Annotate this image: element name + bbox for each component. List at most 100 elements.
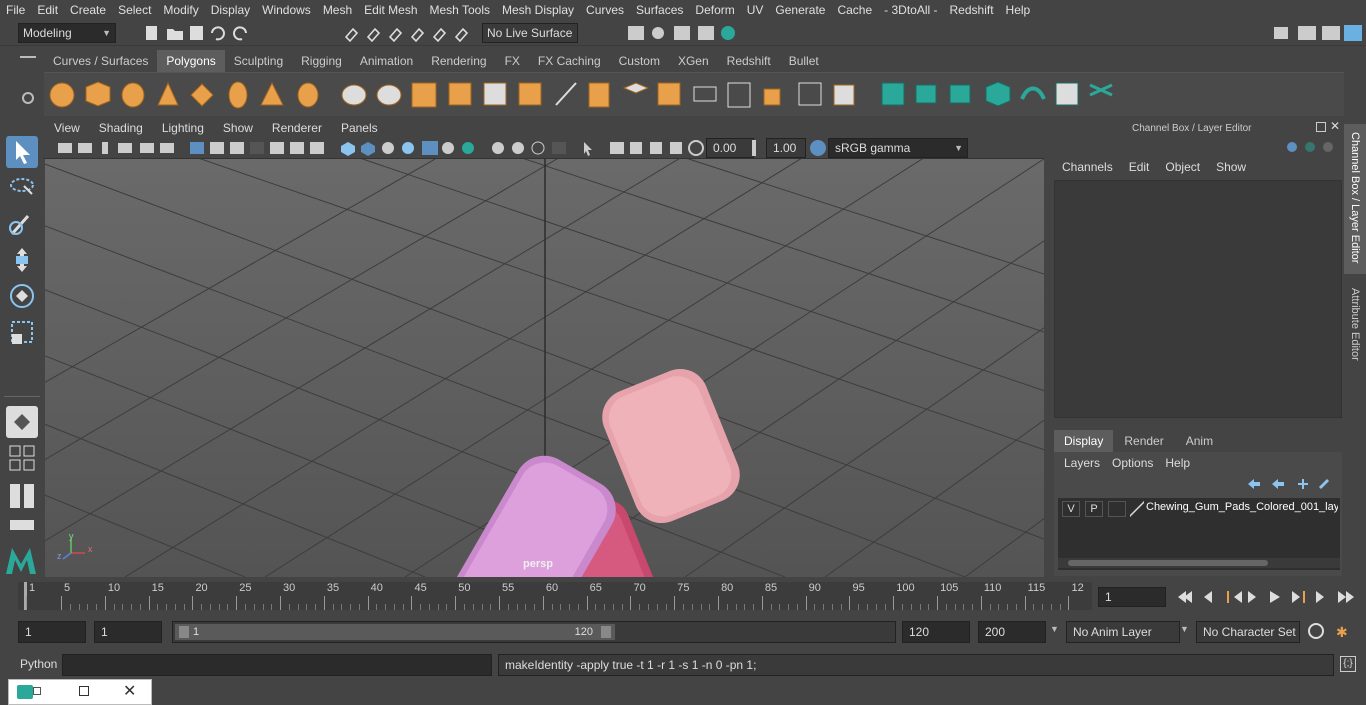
anti-aliasing-icon[interactable] [531,141,545,155]
lasso-tool-icon[interactable] [6,172,38,204]
edit-menu[interactable]: Edit [1121,160,1158,174]
uv-cut-sew-icon[interactable] [1089,83,1113,97]
side-tab-attribute-editor[interactable]: Attribute Editor [1344,280,1366,380]
snap-grid-icon[interactable] [344,27,359,43]
menu-create[interactable]: Create [64,0,112,20]
scale-tool-icon[interactable] [6,316,38,348]
render-view-icon[interactable] [652,27,664,39]
shelf-tab-redshift[interactable]: Redshift [718,50,780,72]
shelf-tab-fx-caching[interactable]: FX Caching [529,50,610,72]
shelf-tab-bullet[interactable]: Bullet [780,50,828,72]
menu-edit-mesh[interactable]: Edit Mesh [358,0,423,20]
playback-end-field[interactable]: 120 [902,621,970,643]
menu-generate[interactable]: Generate [769,0,831,20]
chevron-down-icon[interactable]: ▼ [1050,624,1059,634]
mode-dropdown[interactable]: Modeling ▼ [18,23,116,43]
poly-plane-icon[interactable] [190,83,214,107]
range-slider[interactable]: 1 120 [172,621,896,643]
shelf-tab-sculpting[interactable]: Sculpting [225,50,292,72]
menu-cache[interactable]: Cache [831,0,878,20]
shelf-tab-polygons[interactable]: Polygons [157,50,225,72]
hypershade-icon[interactable] [721,26,735,40]
object-menu[interactable]: Object [1157,160,1208,174]
layers-menu[interactable]: Layers [1058,456,1106,470]
range-slider-start-grip[interactable] [179,626,189,638]
float-panel-icon[interactable] [1316,122,1326,132]
menu-display[interactable]: Display [205,0,256,20]
separate-icon[interactable] [376,84,402,106]
menu-3dtoall[interactable]: - 3DtoAll - [878,0,943,20]
layer-row[interactable]: V P Chewing_Gum_Pads_Colored_001_layer [1058,500,1340,518]
range-slider-end-grip[interactable] [601,626,611,638]
extrude-icon[interactable] [588,82,610,108]
smooth-icon[interactable] [448,82,472,106]
outliner-layout-icon[interactable] [6,482,38,510]
shelf-tab-curves-surfaces[interactable]: Curves / Surfaces [44,50,157,72]
menu-uv[interactable]: UV [741,0,770,20]
tool-settings-icon[interactable] [1322,26,1340,40]
attribute-editor-icon[interactable] [1298,26,1316,40]
layer-tab-render[interactable]: Render [1113,430,1174,452]
select-tool-icon[interactable] [6,136,38,168]
color-management-icon[interactable] [810,140,826,156]
scrollbar-thumb[interactable] [1068,560,1268,566]
wireframe-on-shaded-icon[interactable] [382,142,394,154]
image-plane-icon[interactable] [118,143,132,153]
maya-window-icon[interactable] [17,685,33,699]
poly-pipe-icon[interactable] [297,82,319,108]
script-language-label[interactable]: Python [20,657,57,671]
colorspace-dropdown[interactable]: sRGB gamma ▼ [828,138,968,158]
layer-color-icon[interactable] [1130,501,1144,517]
menu-mesh-tools[interactable]: Mesh Tools [424,0,496,20]
uv-planar-icon[interactable] [881,82,905,106]
viewport-menu-panels[interactable]: Panels [331,120,387,137]
paint-select-tool-icon[interactable] [6,208,38,240]
move-layer-up-icon[interactable] [1248,479,1260,489]
safe-title-icon[interactable] [310,142,324,154]
viewport-menu-renderer[interactable]: Renderer [262,120,331,137]
exposure-field[interactable]: 0.00 [706,138,754,158]
gamma-field[interactable]: 1.00 [766,138,806,158]
poly-pyramid-icon[interactable] [260,81,284,106]
menu-mesh-display[interactable]: Mesh Display [496,0,580,20]
command-input[interactable] [62,654,492,676]
single-perspective-layout-icon[interactable] [6,406,38,438]
poly-cylinder-icon[interactable] [121,82,145,108]
viewport-menu-lighting[interactable]: Lighting [152,120,213,137]
safe-action-icon[interactable] [290,142,304,154]
layer-type-toggle[interactable] [1108,501,1126,517]
field-chart-icon[interactable] [270,142,284,154]
merge-icon[interactable] [798,82,822,106]
range-slider-handle[interactable]: 1 120 [175,624,615,640]
film-gate-icon[interactable] [210,142,224,154]
bevel-icon[interactable] [622,82,650,94]
graph-layout-icon[interactable] [6,518,38,532]
restore-icon[interactable] [33,687,41,695]
channels-menu[interactable]: Channels [1054,160,1121,174]
smooth-shade-icon[interactable] [361,142,375,156]
isolate-select-icon[interactable] [584,142,592,156]
fill-hole-icon[interactable] [763,88,781,106]
mirror-icon[interactable] [518,82,542,106]
character-set-dropdown[interactable]: No Character Set [1196,621,1300,643]
hyper-icon[interactable] [1323,142,1333,152]
play-forward-icon[interactable] [1270,591,1280,603]
uv-checker-icon[interactable] [1055,82,1079,106]
layer-tab-anim[interactable]: Anim [1175,430,1224,452]
auto-key-icon[interactable] [1308,623,1324,639]
animation-prefs-icon[interactable]: ✱ [1336,623,1354,641]
wireframe-icon[interactable] [341,142,355,156]
animation-end-field[interactable]: 200 [978,621,1046,643]
rotate-tool-icon[interactable] [6,280,38,312]
new-scene-icon[interactable] [146,26,157,40]
poly-cone-icon[interactable] [157,81,179,106]
two-d-pan-zoom-icon[interactable] [140,143,154,153]
save-scene-icon[interactable] [190,26,203,40]
xray-active-icon[interactable] [650,142,662,154]
menu-surfaces[interactable]: Surfaces [630,0,689,20]
perspective-viewport[interactable]: x y z persp [45,159,1044,577]
playback-start-field[interactable]: 1 [94,621,162,643]
side-tab-channel-box[interactable]: Channel Box / Layer Editor [1344,124,1366,274]
viewport-menu-view[interactable]: View [44,120,89,137]
textured-icon[interactable] [422,141,438,155]
